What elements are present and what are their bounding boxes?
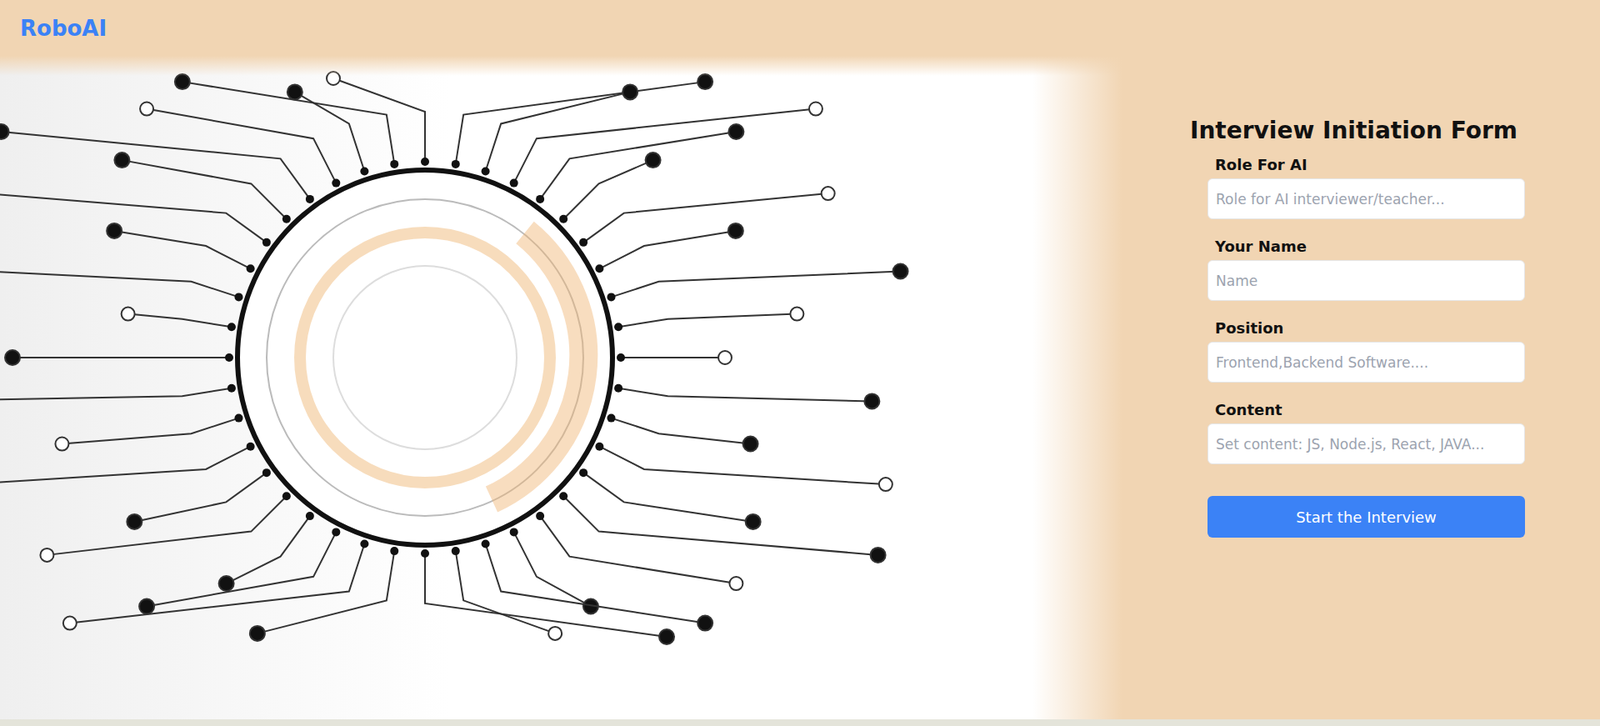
image-fade — [0, 55, 1123, 720]
text-input[interactable] — [1207, 178, 1525, 220]
form-field: Content — [1207, 400, 1525, 465]
circuit-illustration-icon — [0, 55, 1123, 720]
form-field: Your Name — [1207, 237, 1525, 301]
hero-image — [0, 55, 1123, 720]
form-panel: Interview Initiation Form Role For AI Your… — [1122, 55, 1600, 720]
logo[interactable]: RoboAI — [20, 15, 107, 41]
field-label: Position — [1207, 319, 1525, 337]
form-field: Role For AI — [1207, 155, 1525, 220]
form-field: Position — [1207, 319, 1525, 383]
page: RoboAI Interview Initiation Form Role For … — [0, 0, 1600, 726]
bottom-strip — [0, 719, 1600, 726]
field-label: Your Name — [1207, 237, 1525, 255]
main: Interview Initiation Form Role For AI Your… — [0, 55, 1600, 720]
interview-form: Role For AI Your Name Position Content Start… — [1207, 155, 1525, 538]
text-input[interactable] — [1207, 341, 1525, 383]
form-title: Interview Initiation Form — [1190, 116, 1600, 145]
header: RoboAI — [0, 0, 1600, 56]
field-label: Role For AI — [1207, 155, 1525, 174]
start-button[interactable]: Start the Interview — [1207, 495, 1525, 538]
field-label: Content — [1207, 400, 1525, 419]
text-input[interactable] — [1207, 423, 1525, 465]
text-input[interactable] — [1207, 260, 1525, 301]
